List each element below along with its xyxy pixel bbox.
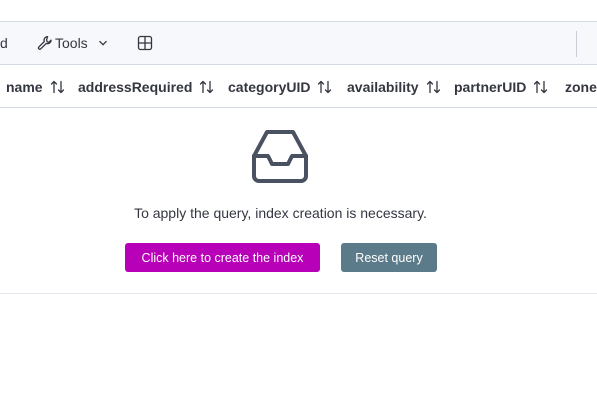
table-header-row: name addressRequired categoryUID availabili…	[0, 66, 597, 108]
column-header[interactable]: name	[6, 66, 65, 107]
toolbar-item-truncated-label: d	[0, 35, 8, 51]
grid-icon	[137, 35, 153, 51]
sort-arrows-icon[interactable]	[199, 79, 214, 95]
query-results-page: d Tools name addressRequired categoryUID…	[0, 0, 597, 407]
toolbar: d Tools	[0, 21, 597, 65]
column-header-label: name	[6, 78, 43, 95]
toolbar-item-truncated[interactable]: d	[0, 22, 8, 64]
toolbar-separator	[576, 31, 577, 57]
column-header[interactable]: partnerUID	[454, 66, 548, 107]
grid-view-button[interactable]	[137, 22, 153, 64]
column-header[interactable]: categoryUID	[228, 66, 332, 107]
column-header[interactable]: availability	[347, 66, 441, 107]
column-header-label: categoryUID	[228, 78, 311, 95]
tools-menu-button[interactable]: Tools	[37, 22, 108, 64]
inbox-icon	[251, 129, 309, 190]
empty-state-message: To apply the query, index creation is ne…	[134, 205, 427, 221]
column-header-label: zone	[565, 78, 597, 95]
wrench-icon	[37, 35, 53, 51]
sort-arrows-icon[interactable]	[50, 79, 65, 95]
create-index-button[interactable]: Click here to create the index	[125, 243, 320, 272]
tools-menu-label: Tools	[55, 35, 88, 51]
column-header-label: partnerUID	[454, 78, 527, 95]
chevron-down-icon	[98, 38, 108, 48]
reset-query-button[interactable]: Reset query	[341, 243, 437, 272]
column-header-label: availability	[347, 78, 419, 95]
sort-arrows-icon[interactable]	[533, 79, 548, 95]
column-header-label: addressRequired	[78, 78, 193, 95]
column-header[interactable]: addressRequired	[78, 66, 214, 107]
column-header[interactable]: zone	[565, 66, 597, 107]
content-divider	[0, 293, 597, 294]
sort-arrows-icon[interactable]	[317, 79, 332, 95]
sort-arrows-icon[interactable]	[426, 79, 441, 95]
